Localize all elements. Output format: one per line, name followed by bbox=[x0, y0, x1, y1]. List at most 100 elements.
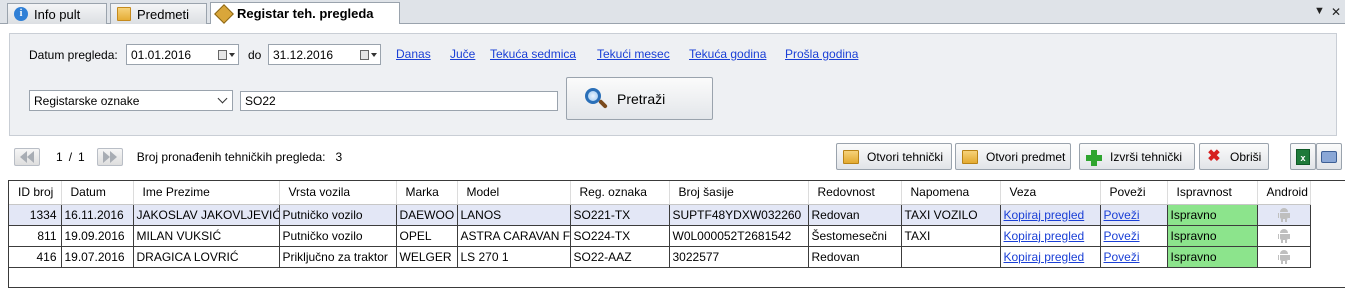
column-header[interactable]: ID broj bbox=[9, 181, 62, 205]
column-header[interactable]: Veza bbox=[1000, 181, 1101, 205]
search-button-label: Pretraži bbox=[617, 90, 666, 107]
link-juce[interactable]: Juče bbox=[450, 47, 475, 61]
close-icon[interactable]: ✕ bbox=[1331, 5, 1341, 19]
open-case-button[interactable]: Otvori predmet bbox=[955, 143, 1071, 170]
table-cell: Kopiraj pregled bbox=[1000, 204, 1101, 226]
table-row[interactable]: 811 19.09.2016 MILAN VUKSIĆ Putničko vozilo… bbox=[9, 225, 1311, 247]
info-icon: i bbox=[14, 7, 28, 21]
android-icon bbox=[1277, 249, 1290, 264]
table-cell: LANOS bbox=[457, 204, 571, 226]
folder-open-icon bbox=[962, 149, 978, 164]
table-cell: 416 bbox=[9, 246, 62, 268]
column-header[interactable]: Redovnost bbox=[808, 181, 902, 205]
next-page-button[interactable] bbox=[96, 148, 123, 166]
column-header[interactable]: Model bbox=[457, 181, 571, 205]
date-from-field[interactable]: 01.01.2016 bbox=[126, 44, 239, 65]
android-cell bbox=[1257, 246, 1311, 268]
prev-page-button[interactable] bbox=[14, 148, 40, 166]
table-cell: DAEWOO bbox=[396, 204, 458, 226]
column-header[interactable]: Datum bbox=[61, 181, 134, 205]
column-header[interactable]: Vrsta vozila bbox=[279, 181, 397, 205]
open-inspection-button[interactable]: Otvori tehnički bbox=[836, 143, 952, 170]
column-header[interactable]: Napomena bbox=[901, 181, 1001, 205]
table-cell: JAKOSLAV JAKOVLJEVIĆ bbox=[133, 204, 280, 226]
calendar-dropdown-icon[interactable] bbox=[218, 48, 236, 61]
table-row[interactable]: 416 19.07.2016 DRAGICA LOVRIĆ Priključno za… bbox=[9, 246, 1311, 268]
column-header[interactable]: Poveži bbox=[1100, 181, 1168, 205]
link-prosla-godina[interactable]: Prošla godina bbox=[785, 47, 858, 61]
android-cell bbox=[1257, 225, 1311, 247]
table-cell: ASTRA CARAVAN F bbox=[457, 225, 571, 247]
column-header[interactable]: Android bbox=[1257, 181, 1311, 205]
folder-icon bbox=[117, 7, 131, 21]
search-button[interactable]: Pretraži bbox=[566, 77, 713, 120]
table-cell: SUPTF48YDXW032260 bbox=[669, 204, 809, 226]
tab-strip: i Info pult Predmeti Registar teh. pregl… bbox=[0, 0, 1345, 24]
tab-list-icon[interactable]: ▼ bbox=[1314, 5, 1325, 17]
export-excel-button[interactable]: x bbox=[1290, 143, 1316, 170]
column-header[interactable]: Ime Prezime bbox=[133, 181, 280, 205]
table-cell: Putničko vozilo bbox=[279, 204, 397, 226]
chevron-down-icon bbox=[217, 93, 228, 104]
open-inspection-label: Otvori tehnički bbox=[867, 149, 944, 164]
android-cell bbox=[1257, 204, 1311, 226]
table-cell: 19.07.2016 bbox=[61, 246, 134, 268]
tab-label: Registar teh. pregleda bbox=[237, 6, 374, 21]
column-header[interactable]: Ispravnost bbox=[1167, 181, 1258, 205]
print-button[interactable] bbox=[1316, 143, 1342, 170]
table-cell: TAXI bbox=[901, 225, 1001, 247]
link-tekuca-sedmica[interactable]: Tekuća sedmica bbox=[490, 47, 576, 61]
link-case-link[interactable]: Poveži bbox=[1104, 208, 1140, 222]
search-input-value: SO22 bbox=[245, 94, 276, 108]
link-danas[interactable]: Danas bbox=[396, 47, 431, 61]
column-header[interactable]: Broj šasije bbox=[669, 181, 809, 205]
table-cell: Poveži bbox=[1100, 204, 1168, 226]
table-cell: 19.09.2016 bbox=[61, 225, 134, 247]
magnifier-icon bbox=[583, 87, 608, 111]
status-cell: Ispravno bbox=[1167, 246, 1258, 268]
page-separator: / bbox=[68, 150, 73, 164]
table-cell: W0L000052T2681542 bbox=[669, 225, 809, 247]
column-header[interactable]: Marka bbox=[396, 181, 458, 205]
folder-open-icon bbox=[843, 149, 859, 164]
table-cell: SO221-TX bbox=[570, 204, 670, 226]
search-field-select[interactable]: Registarske oznake bbox=[29, 90, 233, 111]
table-cell: Priključno za traktor bbox=[279, 246, 397, 268]
copy-inspection-link[interactable]: Kopiraj pregled bbox=[1004, 229, 1085, 243]
date-to-field[interactable]: 31.12.2016 bbox=[268, 44, 381, 65]
search-input[interactable]: SO22 bbox=[240, 91, 558, 111]
copy-inspection-link[interactable]: Kopiraj pregled bbox=[1004, 208, 1085, 222]
table-cell: 1334 bbox=[9, 204, 62, 226]
table-cell: 811 bbox=[9, 225, 62, 247]
copy-inspection-link[interactable]: Kopiraj pregled bbox=[1004, 250, 1085, 264]
link-case-link[interactable]: Poveži bbox=[1104, 229, 1140, 243]
tab-info-pult[interactable]: i Info pult bbox=[7, 3, 107, 24]
double-left-arrow-icon bbox=[20, 151, 34, 163]
count-label: Broj pronađenih tehničkih pregleda: bbox=[136, 150, 326, 164]
table-cell: Putničko vozilo bbox=[279, 225, 397, 247]
perform-inspection-button[interactable]: Izvrši tehnički bbox=[1079, 143, 1195, 170]
delete-button[interactable]: ✖ Obriši bbox=[1199, 143, 1269, 170]
link-case-link[interactable]: Poveži bbox=[1104, 250, 1140, 264]
table-cell: TAXI VOZILO bbox=[901, 204, 1001, 226]
perform-inspection-label: Izvrši tehnički bbox=[1110, 149, 1183, 164]
delete-x-icon: ✖ bbox=[1207, 147, 1221, 165]
table-row[interactable]: 1334 16.11.2016 JAKOSLAV JAKOVLJEVIĆ Putnič… bbox=[9, 204, 1311, 226]
table-cell: Šestomesečni bbox=[808, 225, 902, 247]
date-from-value: 01.01.2016 bbox=[131, 47, 192, 62]
page-total: 1 bbox=[78, 150, 85, 164]
delete-label: Obriši bbox=[1230, 149, 1262, 164]
link-tekuca-godina[interactable]: Tekuća godina bbox=[689, 47, 766, 61]
excel-icon: x bbox=[1296, 148, 1310, 165]
tab-label: Predmeti bbox=[137, 6, 190, 22]
tab-predmeti[interactable]: Predmeti bbox=[110, 3, 207, 24]
table-header: ID broj Datum Ime Prezime Vrsta vozila Marka… bbox=[9, 181, 1311, 205]
plus-icon bbox=[1086, 149, 1102, 166]
tab-registar[interactable]: Registar teh. pregleda bbox=[210, 2, 400, 24]
table-cell: Redovan bbox=[808, 246, 902, 268]
calendar-dropdown-icon[interactable] bbox=[360, 48, 378, 61]
pager: 1 / 1 Broj pronađenih tehničkih pregleda… bbox=[14, 147, 342, 167]
search-field-value: Registarske oznake bbox=[34, 93, 140, 108]
column-header[interactable]: Reg. oznaka bbox=[570, 181, 670, 205]
link-tekuci-mesec[interactable]: Tekući mesec bbox=[597, 47, 670, 61]
